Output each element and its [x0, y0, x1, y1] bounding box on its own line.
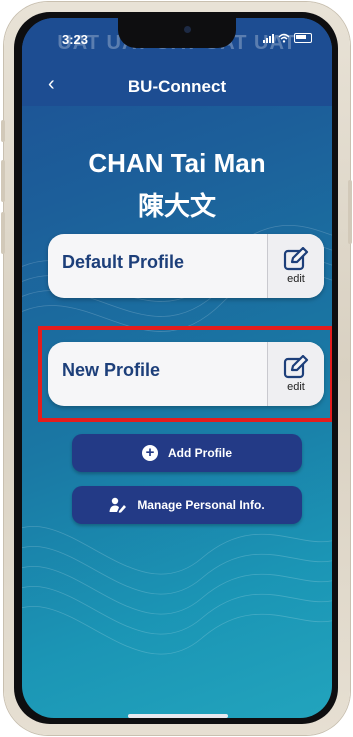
signal-icon	[263, 33, 274, 43]
edit-icon	[283, 355, 309, 379]
user-name-english: CHAN Tai Man	[88, 148, 266, 178]
phone-side-button	[348, 180, 352, 244]
plus-circle-icon: +	[141, 445, 158, 461]
edit-label: edit	[287, 273, 305, 285]
edit-profile-button[interactable]: edit	[267, 234, 324, 298]
profile-card-new[interactable]: New Profile edit	[48, 342, 324, 406]
add-profile-button[interactable]: + Add Profile	[72, 434, 302, 472]
phone-side-button	[1, 160, 5, 202]
profile-name: Default Profile	[62, 252, 185, 272]
manage-personal-info-button[interactable]: Manage Personal Info.	[72, 486, 302, 524]
edit-profile-button[interactable]: edit	[267, 342, 324, 406]
battery-icon	[294, 33, 312, 43]
home-indicator[interactable]	[128, 714, 228, 718]
phone-side-button	[1, 212, 5, 254]
add-profile-label: Add Profile	[167, 446, 232, 460]
profile-name: New Profile	[62, 360, 161, 380]
edit-label: edit	[287, 381, 305, 393]
user-edit-icon	[109, 497, 127, 513]
page-title: BU-Connect	[127, 77, 227, 96]
wifi-icon	[278, 33, 290, 43]
user-name-chinese: 陳大文	[137, 192, 216, 222]
phone-notch	[118, 18, 236, 48]
status-icons	[263, 33, 312, 43]
status-time: 3:23	[62, 32, 89, 47]
app-screen: UAT UAT UAT UAT UAT 3:23 ‹ BU-Connect CH…	[22, 18, 332, 718]
profile-card-default[interactable]: Default Profile edit	[48, 234, 324, 298]
manage-personal-info-label: Manage Personal Info.	[137, 498, 265, 512]
edit-icon	[283, 247, 309, 271]
phone-side-button	[1, 120, 5, 142]
